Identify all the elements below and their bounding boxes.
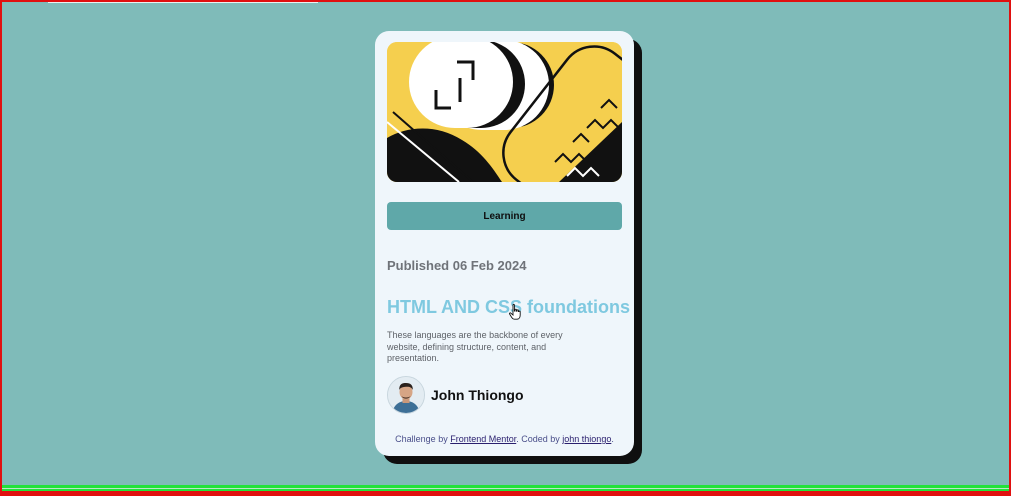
author-name: John Thiongo — [431, 387, 524, 403]
bottom-border-bar — [0, 491, 1011, 496]
hero-illustration — [387, 42, 622, 182]
attribution: Challenge by Frontend Mentor. Coded by j… — [375, 434, 634, 444]
frontend-mentor-link[interactable]: Frontend Mentor — [450, 434, 516, 444]
attribution-prefix: Challenge by — [395, 434, 451, 444]
attribution-suffix: . — [611, 434, 614, 444]
published-date: Published 06 Feb 2024 — [387, 258, 527, 273]
author-info: John Thiongo — [387, 376, 524, 414]
hand-pointer-icon — [509, 304, 521, 320]
author-profile-link[interactable]: john thiongo — [562, 434, 611, 444]
attribution-middle: . Coded by — [516, 434, 563, 444]
avatar — [387, 376, 425, 414]
blog-preview-card: Learning Published 06 Feb 2024 HTML AND … — [375, 31, 634, 456]
top-edge-line — [48, 1, 318, 3]
category-tag: Learning — [387, 202, 622, 230]
card-description: These languages are the backbone of ever… — [387, 330, 563, 363]
